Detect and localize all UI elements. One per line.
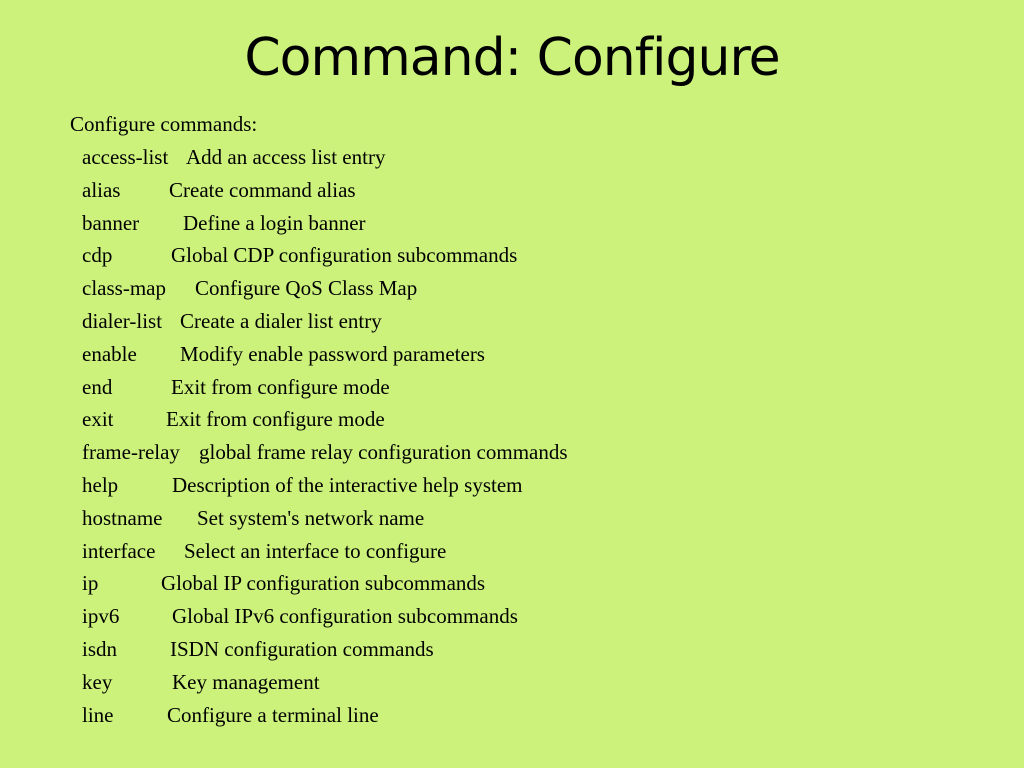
command-description: Global IPv6 configuration subcommands — [172, 604, 518, 629]
list-item: enable Modify enable password parameters — [70, 340, 485, 373]
command-description: Configure QoS Class Map — [195, 276, 418, 301]
command-name: frame-relay — [82, 440, 180, 465]
list-item: interface Select an interface to configur… — [70, 537, 446, 570]
command-description: Key management — [172, 669, 320, 694]
command-name: ip — [82, 571, 99, 596]
list-item: ip Global IP configuration subcommands — [70, 569, 485, 602]
list-item: end Exit from configure mode — [70, 373, 390, 406]
command-description: Configure a terminal line — [167, 702, 379, 727]
list-item: alias Create command alias — [70, 176, 356, 209]
list-item: frame-relay global frame relay configurat… — [70, 438, 568, 471]
command-description: Select an interface to configure — [184, 538, 447, 563]
command-description: Exit from configure mode — [166, 407, 385, 432]
list-item: isdn ISDN configuration commands — [70, 635, 434, 668]
command-name: end — [82, 374, 113, 399]
command-name: alias — [82, 177, 121, 202]
command-name: interface — [82, 538, 156, 563]
command-name: isdn — [82, 636, 118, 661]
list-heading: Configure commands: — [70, 112, 258, 136]
command-description: Create command alias — [169, 177, 356, 202]
command-name: line — [82, 702, 114, 727]
command-description: Create a dialer list entry — [180, 308, 382, 333]
command-description: Define a login banner — [183, 210, 366, 235]
list-item: key Key management — [70, 668, 320, 701]
list-item: dialer-list Create a dialer list entry — [70, 307, 382, 340]
command-name: help — [82, 472, 119, 497]
command-name: key — [82, 669, 113, 694]
command-description: Set system's network name — [197, 505, 425, 530]
list-item: banner Define a login banner — [70, 209, 366, 242]
command-name: exit — [82, 407, 114, 432]
command-description: Global IP configuration subcommands — [161, 571, 486, 596]
command-name: dialer-list — [82, 308, 163, 333]
command-name: access-list — [82, 145, 169, 169]
slide-title: Command: Configure — [244, 28, 780, 88]
command-list: Configure commands: access-list Add an ac… — [70, 110, 568, 734]
command-description: Modify enable password parameters — [180, 341, 485, 366]
list-item: cdp Global CDP configuration subcommands — [70, 241, 517, 274]
command-name: cdp — [82, 243, 113, 268]
command-description: Exit from configure mode — [171, 374, 390, 399]
list-item: class-map Configure QoS Class Map — [70, 274, 417, 307]
command-name: banner — [82, 210, 140, 235]
list-item: hostname Set system's network name — [70, 504, 424, 537]
command-description: Global CDP configuration subcommands — [171, 243, 518, 268]
command-description: Description of the interactive help syst… — [172, 472, 523, 497]
command-description: ISDN configuration commands — [170, 636, 434, 661]
list-item: access-list Add an access list entry — [70, 143, 385, 176]
command-name: ipv6 — [82, 604, 120, 629]
command-description: Add an access list entry — [186, 145, 386, 169]
command-name: class-map — [82, 276, 166, 301]
command-name: enable — [82, 341, 137, 366]
list-item: help Description of the interactive help … — [70, 471, 522, 504]
list-item: ipv6 Global IPv6 configuration subcommand… — [70, 602, 518, 635]
list-item: line Configure a terminal line — [70, 701, 379, 734]
command-name: hostname — [82, 505, 163, 530]
list-item: exit Exit from configure mode — [70, 405, 385, 438]
command-description: global frame relay configuration command… — [199, 440, 568, 465]
